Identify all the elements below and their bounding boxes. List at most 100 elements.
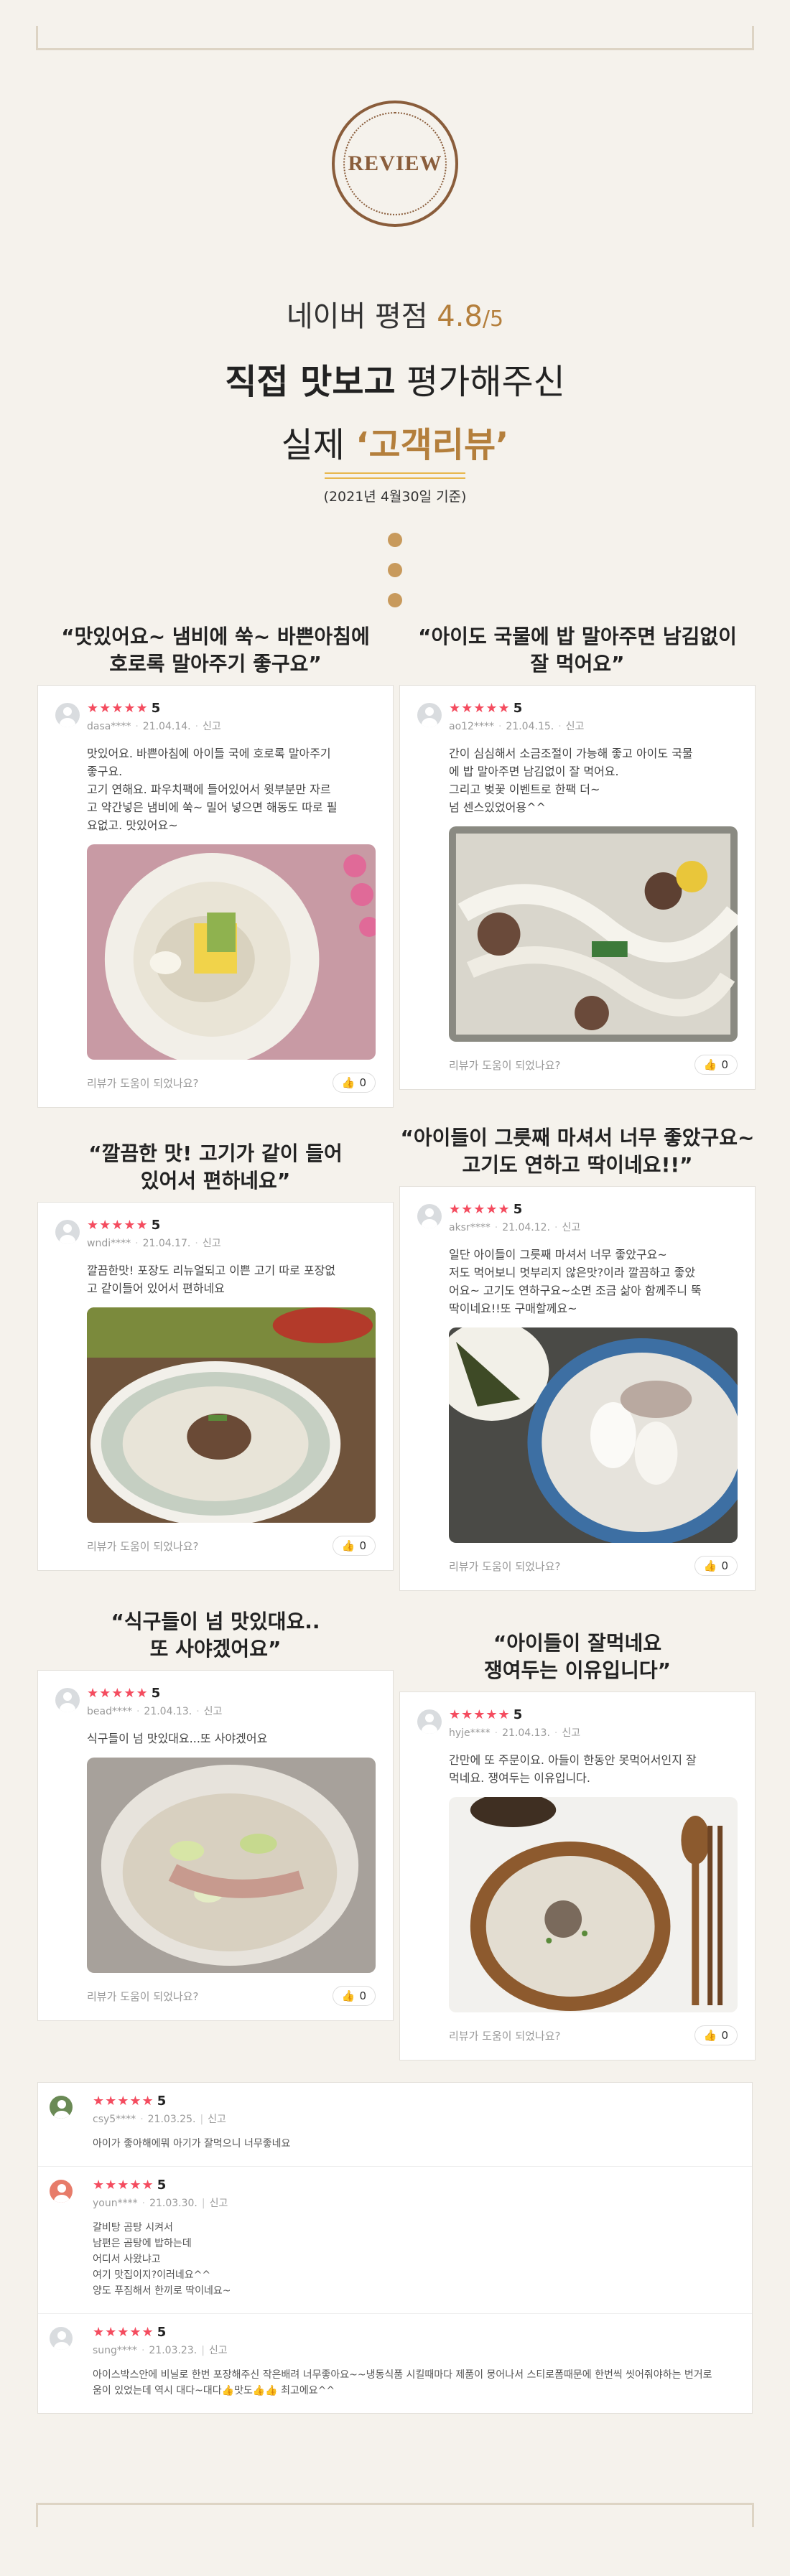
report-link[interactable]: 신고 — [210, 2198, 228, 2209]
rating-stars-row: ★★★★★ 5 — [93, 2325, 228, 2340]
review-date: 21.04.17. — [142, 1238, 191, 1249]
list-item: ★★★★★ 5 youn**** · 21.03.30. | 신고 갈비탕 곰탕 시켜서 … — [38, 2167, 752, 2314]
rating-max: /5 — [482, 307, 504, 332]
headline-bold: 직접 맛보고 — [225, 362, 396, 402]
review-text: 맛있어요. 바쁜아침에 아이들 국에 호로록 말아주기 좋구요. 고기 연해요.… — [87, 747, 338, 832]
like-button[interactable]: 👍 0 — [332, 1536, 376, 1556]
review-text: 깔끔한맛! 포장도 리뉴얼되고 이쁜 고기 따로 포장없 고 같이들어 있어서 … — [87, 1264, 336, 1295]
star-score: 5 — [151, 1218, 161, 1233]
like-button[interactable]: 👍 0 — [332, 1073, 376, 1093]
star-icons: ★★★★★ — [87, 1686, 149, 1701]
reviewer-id: bead**** — [87, 1706, 132, 1717]
like-button[interactable]: 👍 0 — [694, 2025, 738, 2045]
list-item: ★★★★★ 5 sung**** · 21.03.23. | 신고 아이스박스안에 비닐로… — [38, 2314, 752, 2413]
review-text: 아이스박스안에 비닐로 한번 포장해주신 작은배려 너무좋아요~~냉동식품 시킬… — [93, 2369, 712, 2397]
review-header: ★★★★★ 5 dasa**** · 21.04.14. · 신고 — [55, 701, 376, 733]
review-block: “깔끔한 맛! 고기가 같이 들어 있어서 편하네요” ★★★★★ 5 wndi*… — [37, 1140, 394, 1571]
report-link[interactable]: 신고 — [203, 721, 221, 732]
helpful-question: 리뷰가 도움이 되었나요? — [449, 2029, 561, 2043]
thumbs-up-icon: 👍 — [703, 2029, 717, 2042]
review-meta: dasa**** · 21.04.14. · 신고 — [87, 721, 221, 732]
report-link[interactable]: 신고 — [566, 721, 585, 732]
review-photo[interactable] — [87, 1758, 376, 1973]
like-count: 0 — [721, 1058, 728, 1071]
report-link[interactable]: 신고 — [562, 1222, 580, 1233]
rating-line: 네이버 평점 4.8/5 — [0, 293, 790, 335]
review-photo[interactable] — [87, 844, 376, 1060]
helpful-row: 리뷰가 도움이 되었나요? 👍 0 — [449, 1055, 738, 1075]
star-icons: ★★★★★ — [93, 2325, 154, 2340]
review-meta: ao12**** · 21.04.15. · 신고 — [449, 721, 585, 732]
rating-stars-row: ★★★★★ 5 — [93, 2178, 228, 2193]
like-button[interactable]: 👍 0 — [332, 1986, 376, 2006]
avatar — [50, 2096, 73, 2119]
helpful-row: 리뷰가 도움이 되었나요? 👍 0 — [449, 2025, 738, 2045]
review-card: ★★★★★ 5 ao12**** · 21.04.15. · 신고 간이 심심해서 소금조… — [399, 685, 756, 1090]
review-card: ★★★★★ 5 dasa**** · 21.04.14. · 신고 맛있어요. 바쁜아침에… — [37, 685, 394, 1108]
reviewer-id: hyje**** — [449, 1727, 491, 1739]
review-header: ★★★★★ 5 ao12**** · 21.04.15. · 신고 — [417, 701, 738, 733]
rating-stars-row: ★★★★★ 5 — [93, 2094, 226, 2109]
avatar — [417, 703, 442, 727]
like-button[interactable]: 👍 0 — [694, 1055, 738, 1075]
avatar — [50, 2180, 73, 2203]
report-link[interactable]: 신고 — [204, 1706, 223, 1717]
report-link[interactable]: 신고 — [562, 1727, 580, 1739]
review-card: ★★★★★ 5 bead**** · 21.04.13. · 신고 식구들이 넘 맛있대요… — [37, 1670, 394, 2021]
reviewer-id: aksr**** — [449, 1222, 491, 1233]
frame-top-border — [36, 26, 754, 50]
rating-stars-row: ★★★★★ 5 — [449, 1203, 580, 1217]
review-headline: “아이들이 잘먹네요 쟁여두는 이유입니다” — [484, 1631, 671, 1682]
like-count: 0 — [359, 1076, 366, 1089]
review-date: 21.03.30. — [149, 2198, 198, 2209]
star-icons: ★★★★★ — [93, 2178, 154, 2193]
star-icons: ★★★★★ — [87, 1218, 149, 1233]
review-meta: bead**** · 21.04.13. · 신고 — [87, 1706, 223, 1717]
review-meta: csy5**** · 21.03.25. | 신고 — [93, 2114, 226, 2125]
review-header: ★★★★★ 5 csy5**** · 21.03.25. | 신고 — [50, 2094, 740, 2126]
review-block: “아이들이 잘먹네요 쟁여두는 이유입니다” ★★★★★ 5 hyje**** · 2… — [399, 1630, 756, 2061]
thumbs-up-icon: 👍 — [703, 1559, 717, 1572]
review-photo[interactable] — [449, 1327, 738, 1543]
review-text: 일단 아이들이 그릇째 마셔서 너무 좋았구요~ 저도 먹어보니 멋부리지 않은… — [449, 1248, 702, 1315]
helpful-question: 리뷰가 도움이 되었나요? — [449, 1058, 561, 1072]
review-header: ★★★★★ 5 hyje**** · 21.04.13. · 신고 — [417, 1708, 738, 1740]
review-block: “아이들이 그릇째 마셔서 너무 좋았구요~ 고기도 연하고 딱이네요!!” ★… — [399, 1124, 756, 1591]
report-link[interactable]: 신고 — [208, 2114, 226, 2125]
avatar — [55, 1220, 80, 1244]
review-text: 간이 심심해서 소금조절이 가능해 좋고 아이도 국물 에 밥 말아주면 남김없… — [449, 747, 693, 814]
like-count: 0 — [721, 1559, 728, 1572]
review-meta: aksr**** · 21.04.12. · 신고 — [449, 1222, 581, 1233]
review-list: ★★★★★ 5 csy5**** · 21.03.25. | 신고 아이가 좋아해에뭐 아… — [37, 2082, 753, 2414]
avatar — [417, 1204, 442, 1228]
divider-dots — [388, 533, 402, 607]
like-count: 0 — [359, 1989, 366, 2002]
review-headline: “맛있어요~ 냄비에 쑥~ 바쁜아침에 호로록 말아주기 좋구요” — [61, 625, 370, 676]
frame-bottom-border — [36, 2503, 754, 2527]
review-meta: sung**** · 21.03.23. | 신고 — [93, 2345, 228, 2356]
review-card: ★★★★★ 5 aksr**** · 21.04.12. · 신고 일단 아이들이 그릇째… — [399, 1186, 756, 1591]
report-link[interactable]: 신고 — [209, 2345, 228, 2356]
review-date: 21.04.13. — [502, 1727, 550, 1739]
rating-score: 4.8 — [437, 300, 483, 333]
report-link[interactable]: 신고 — [203, 1238, 221, 1249]
review-header: ★★★★★ 5 wndi**** · 21.04.17. · 신고 — [55, 1218, 376, 1250]
star-icons: ★★★★★ — [449, 1202, 511, 1217]
review-photo[interactable] — [87, 1307, 376, 1523]
thumbs-up-icon: 👍 — [341, 1076, 356, 1089]
review-headline: “아이도 국물에 밥 말아주면 남김없이 잘 먹어요” — [418, 625, 737, 676]
list-item: ★★★★★ 5 csy5**** · 21.03.25. | 신고 아이가 좋아해에뭐 아… — [38, 2083, 752, 2167]
review-photo[interactable] — [449, 1797, 738, 2012]
star-icons: ★★★★★ — [449, 701, 511, 716]
rating-stars-row: ★★★★★ 5 — [449, 1708, 580, 1722]
review-photo[interactable] — [449, 826, 738, 1042]
star-score: 5 — [513, 1707, 523, 1722]
review-header: ★★★★★ 5 aksr**** · 21.04.12. · 신고 — [417, 1203, 738, 1234]
review-headline: “깔끔한 맛! 고기가 같이 들어 있어서 편하네요” — [88, 1142, 343, 1193]
like-button[interactable]: 👍 0 — [694, 1556, 738, 1576]
review-text: 갈비탕 곰탕 시켜서 남편은 곰탕에 밥하는데 어디서 사왔냐고 여기 맛집이지… — [93, 2222, 231, 2297]
rating-label: 네이버 평점 — [286, 300, 428, 333]
review-block: “식구들이 넘 맛있대요.. 또 사야겠어요” ★★★★★ 5 bead**** ·… — [37, 1608, 394, 2021]
avatar — [50, 2327, 73, 2350]
avatar — [417, 1709, 442, 1734]
